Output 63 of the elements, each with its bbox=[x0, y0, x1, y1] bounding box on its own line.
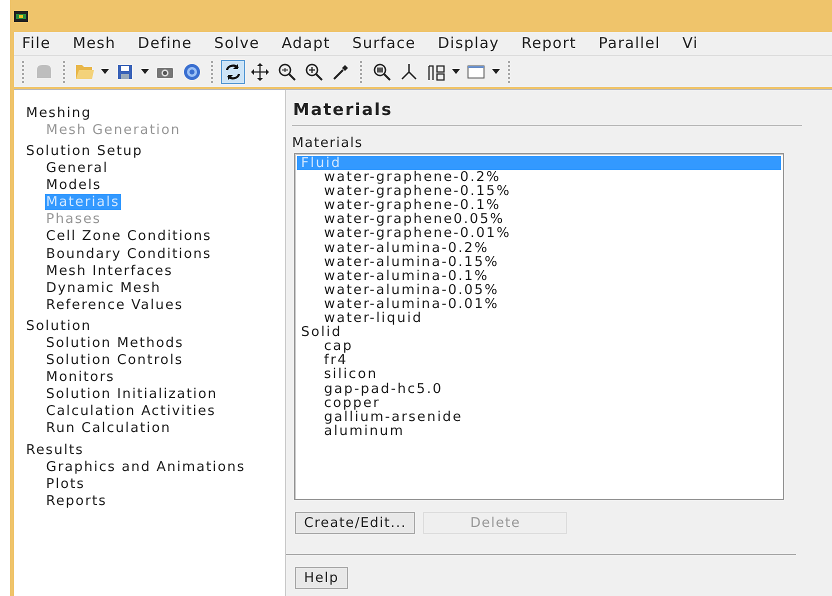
menu-item[interactable]: Report bbox=[513, 32, 590, 55]
tree-group-label[interactable]: Meshing bbox=[26, 105, 285, 122]
help-button[interactable]: Help bbox=[295, 567, 348, 589]
move-arrows-icon bbox=[250, 62, 270, 82]
tree-item[interactable]: Models bbox=[45, 177, 102, 194]
menu-item[interactable]: Solve bbox=[206, 32, 274, 55]
list-label: Materials bbox=[292, 134, 364, 153]
tree-item[interactable]: Solution Initialization bbox=[45, 386, 219, 402]
tree-item[interactable]: Reference Values bbox=[45, 296, 184, 313]
tree-item[interactable]: Monitors bbox=[45, 369, 116, 386]
list-row[interactable]: gallium-arsenide bbox=[297, 410, 781, 424]
tree-item[interactable]: Run Calculation bbox=[45, 420, 172, 436]
tree-group-label[interactable]: Results bbox=[26, 442, 285, 458]
menu-item[interactable]: File bbox=[14, 32, 65, 55]
list-row[interactable]: water-graphene-0.1% bbox=[297, 198, 781, 212]
zoom-in-icon bbox=[304, 62, 324, 82]
tree-item[interactable]: Cell Zone Conditions bbox=[45, 228, 213, 244]
list-row[interactable]: cap bbox=[297, 339, 781, 354]
magnifier-icon bbox=[277, 62, 297, 82]
menu-item[interactable]: Parallel bbox=[590, 32, 674, 55]
axes-icon bbox=[399, 62, 419, 82]
tree-item[interactable]: Calculation Activities bbox=[45, 403, 217, 420]
list-row[interactable]: water-alumina-0.05% bbox=[297, 282, 781, 297]
list-row[interactable]: water-alumina-0.15% bbox=[297, 254, 781, 269]
tree-item[interactable]: Mesh Interfaces bbox=[45, 262, 174, 279]
toolbar-button[interactable] bbox=[221, 60, 245, 84]
tree-item[interactable]: Graphics and Animations bbox=[45, 458, 246, 474]
list-row[interactable]: fr4 bbox=[297, 353, 781, 368]
menu-item[interactable]: Adapt bbox=[274, 32, 344, 55]
list-row[interactable]: water-graphene-0.2% bbox=[297, 170, 781, 184]
list-row[interactable]: water-graphene-0.15% bbox=[297, 184, 781, 198]
list-row[interactable]: water-graphene0.05% bbox=[297, 212, 781, 226]
tree-group-label[interactable]: Solution Setup bbox=[26, 143, 285, 160]
tree-item[interactable]: Reports bbox=[45, 492, 108, 509]
menu-item[interactable]: Surface bbox=[344, 32, 430, 55]
list-row[interactable]: water-graphene-0.01% bbox=[297, 226, 781, 241]
tree-item[interactable]: Dynamic Mesh bbox=[45, 280, 162, 296]
list-row[interactable]: water-alumina-0.01% bbox=[297, 296, 781, 312]
action-button[interactable]: Create/Edit... bbox=[295, 512, 416, 534]
zoom-box-icon bbox=[372, 62, 392, 82]
tree-item[interactable]: Boundary Conditions bbox=[45, 246, 212, 262]
list-row[interactable]: silicon bbox=[297, 367, 781, 382]
tree-item[interactable]: Solution Methods bbox=[45, 334, 185, 351]
menu-item[interactable]: Display bbox=[430, 32, 514, 55]
menu-item[interactable]: Mesh bbox=[64, 32, 130, 55]
menu-item[interactable]: Vi bbox=[674, 32, 712, 55]
list-row[interactable]: water-alumina-0.1% bbox=[297, 268, 781, 283]
app-icon bbox=[14, 10, 28, 22]
tree-group-label[interactable]: Solution bbox=[26, 318, 285, 335]
list-row[interactable]: copper bbox=[297, 396, 781, 410]
list-group-row[interactable]: Solid bbox=[297, 325, 781, 340]
menu-item[interactable]: Define bbox=[130, 32, 206, 55]
list-row[interactable]: gap-pad-hc5.0 bbox=[297, 382, 781, 396]
panel-title: Materials bbox=[292, 98, 802, 126]
help-icon bbox=[182, 62, 202, 82]
rotate-arrows-icon bbox=[223, 62, 243, 82]
tree-item[interactable]: Plots bbox=[45, 476, 86, 492]
list-row[interactable]: water-alumina-0.2% bbox=[297, 240, 781, 255]
list-row[interactable]: water-liquid bbox=[297, 311, 781, 326]
tree-item[interactable]: Solution Controls bbox=[45, 352, 184, 368]
list-row[interactable]: aluminum bbox=[297, 424, 781, 438]
tree-item[interactable]: General bbox=[45, 160, 110, 176]
action-button: Delete bbox=[423, 512, 568, 534]
